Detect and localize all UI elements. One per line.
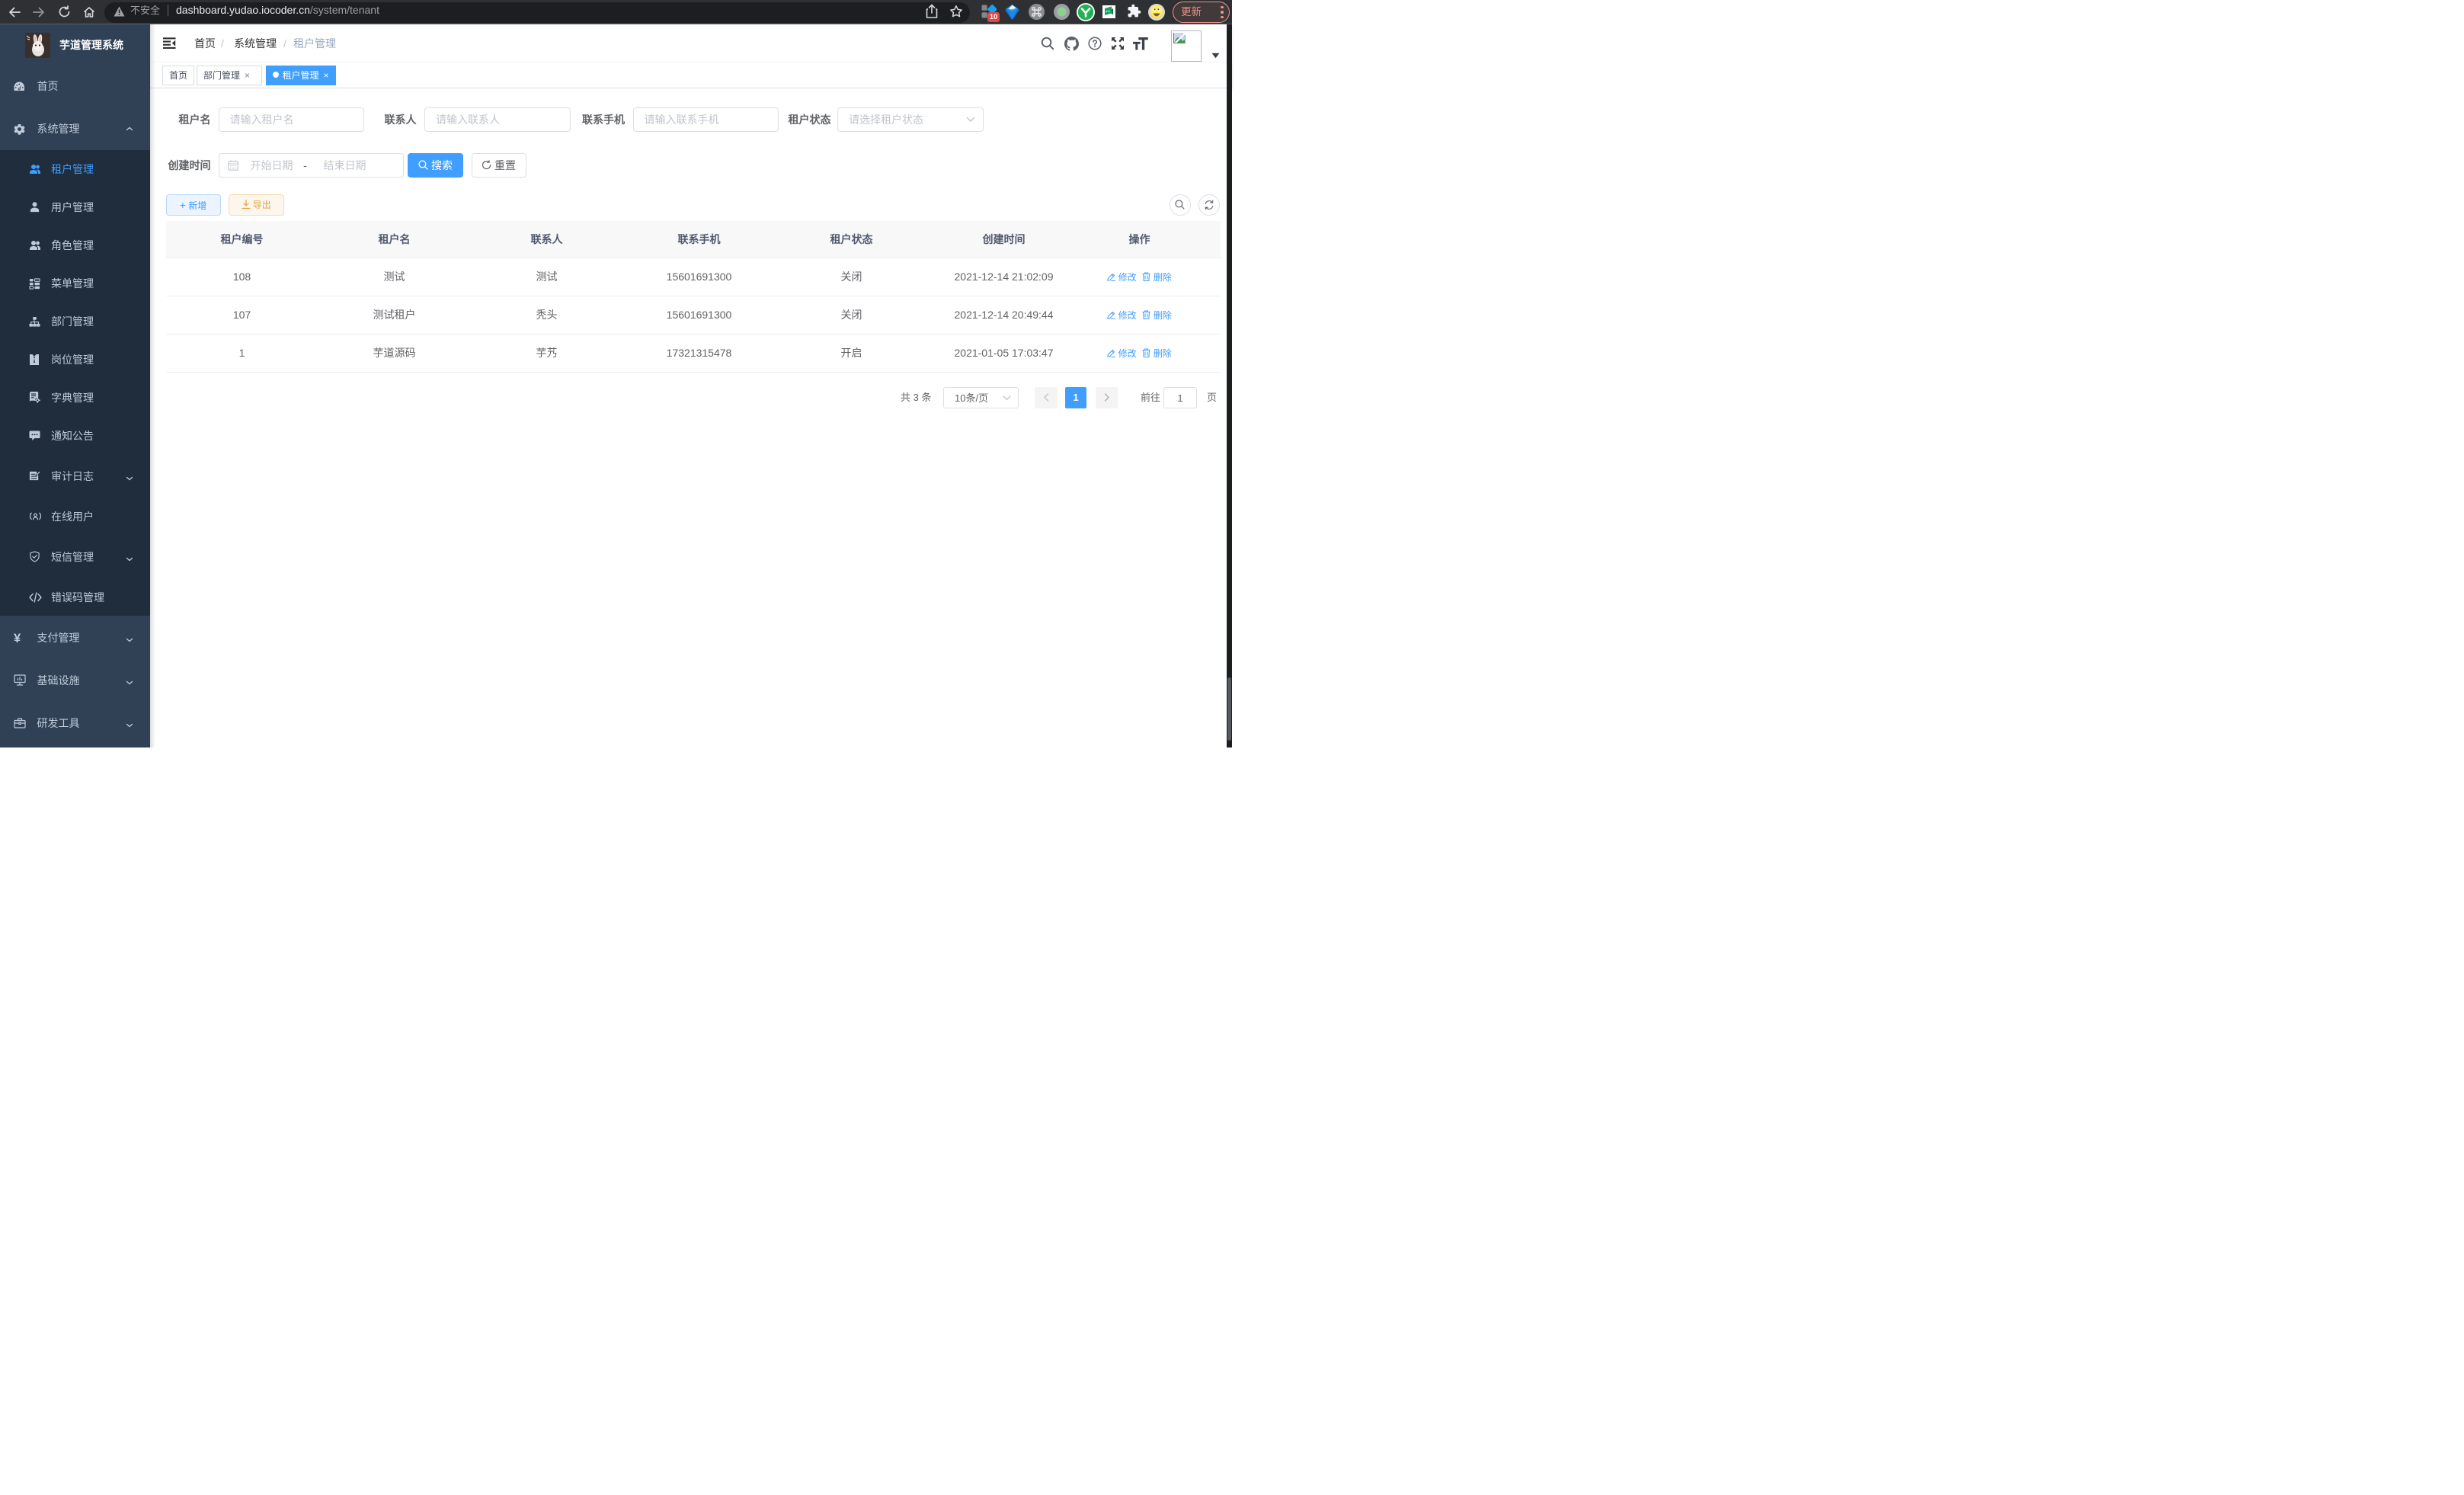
- svg-text:¥: ¥: [14, 632, 21, 644]
